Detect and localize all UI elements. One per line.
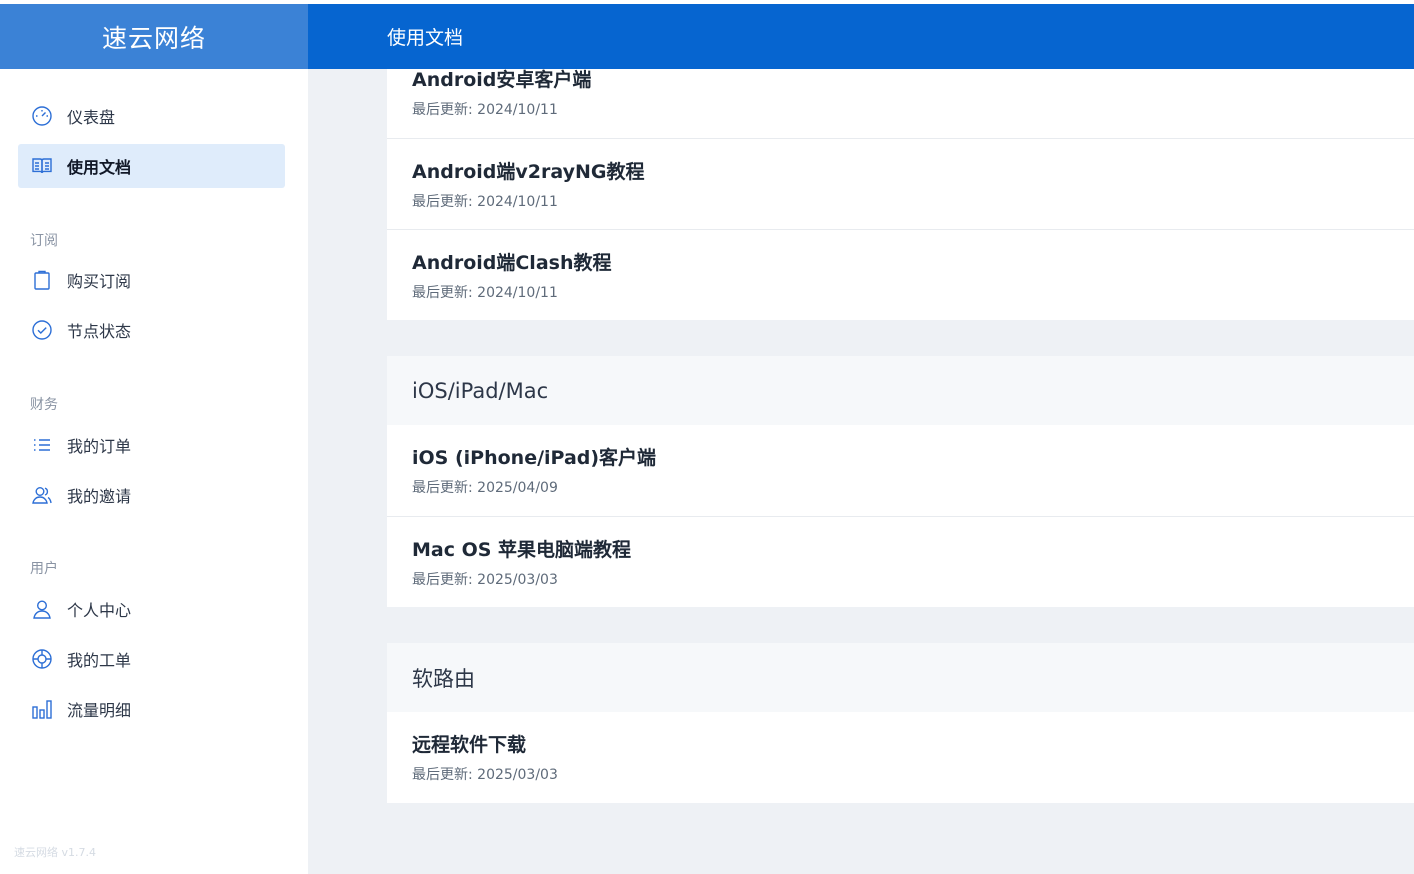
lifebuoy-icon xyxy=(30,647,54,671)
doc-item[interactable]: Android安卓客户端 最后更新: 2024/10/11 xyxy=(387,69,1414,138)
top-header: 使用文档 xyxy=(308,4,1414,69)
doc-title: 远程软件下载 xyxy=(412,734,527,756)
bar-chart-icon xyxy=(30,697,54,721)
sidebar-item-tickets[interactable]: 我的工单 xyxy=(18,637,285,681)
main-content: Android安卓客户端 最后更新: 2024/10/11 Android端v2… xyxy=(308,69,1414,874)
section-title: 软路由 xyxy=(387,643,1414,712)
sidebar-item-label: 个人中心 xyxy=(67,601,132,620)
sidebar-item-profile[interactable]: 个人中心 xyxy=(18,587,285,631)
section-title: iOS/iPad/Mac xyxy=(387,356,1414,425)
version-text: 速云网络 v1.7.4 xyxy=(14,846,96,859)
sidebar-item-dashboard[interactable]: 仪表盘 xyxy=(18,94,285,138)
doc-item[interactable]: Android端v2rayNG教程 最后更新: 2024/10/11 xyxy=(387,138,1414,229)
docs-card-router: 软路由 远程软件下载 最后更新: 2025/03/03 xyxy=(387,643,1414,803)
sidebar-item-label: 使用文档 xyxy=(67,158,132,177)
doc-updated: 最后更新: 2024/10/11 xyxy=(412,102,558,118)
check-circle-icon xyxy=(30,318,54,342)
brand-name: 速云网络 xyxy=(101,23,206,53)
docs-card-android: Android安卓客户端 最后更新: 2024/10/11 Android端v2… xyxy=(387,69,1414,320)
doc-updated: 最后更新: 2025/03/03 xyxy=(412,767,558,783)
doc-updated: 最后更新: 2025/03/03 xyxy=(412,572,558,588)
doc-item[interactable]: Android端Clash教程 最后更新: 2024/10/11 xyxy=(387,229,1414,320)
doc-updated: 最后更新: 2024/10/11 xyxy=(412,194,558,210)
sidebar-item-node-status[interactable]: 节点状态 xyxy=(18,308,285,352)
sidebar-item-my-invites[interactable]: 我的邀请 xyxy=(18,473,285,517)
users-icon xyxy=(30,483,54,507)
sidebar-item-label: 我的订单 xyxy=(67,437,132,456)
doc-item[interactable]: iOS (iPhone/iPad)客户端 最后更新: 2025/04/09 xyxy=(387,425,1414,516)
sidebar-item-buy-subscription[interactable]: 购买订阅 xyxy=(18,258,285,302)
sidebar-item-label: 购买订阅 xyxy=(67,272,132,291)
sidebar-item-label: 节点状态 xyxy=(67,322,132,341)
sidebar-item-label: 我的工单 xyxy=(67,651,132,670)
sidebar-item-label: 仪表盘 xyxy=(67,108,116,127)
sidebar: 速云网络 仪表盘 使用文档 订阅 购买订阅 节点状态 财务 我的订单 我的邀请 … xyxy=(0,4,308,874)
dashboard-icon xyxy=(30,104,54,128)
page-title: 使用文档 xyxy=(387,27,464,49)
group-title-subscription: 订阅 xyxy=(30,233,58,249)
doc-item[interactable]: Mac OS 苹果电脑端教程 最后更新: 2025/03/03 xyxy=(387,516,1414,607)
clipboard-icon xyxy=(30,268,54,292)
user-icon xyxy=(30,597,54,621)
doc-title: Mac OS 苹果电脑端教程 xyxy=(412,539,632,561)
group-title-finance: 财务 xyxy=(30,397,58,413)
sidebar-item-traffic[interactable]: 流量明细 xyxy=(18,687,285,731)
group-title-user: 用户 xyxy=(30,561,58,577)
doc-title: Android安卓客户端 xyxy=(412,69,592,91)
doc-updated: 最后更新: 2024/10/11 xyxy=(412,285,558,301)
brand-bar[interactable]: 速云网络 xyxy=(0,4,308,69)
sidebar-item-my-orders[interactable]: 我的订单 xyxy=(18,423,285,467)
docs-card-ios: iOS/iPad/Mac iOS (iPhone/iPad)客户端 最后更新: … xyxy=(387,356,1414,607)
doc-updated: 最后更新: 2025/04/09 xyxy=(412,480,558,496)
doc-item[interactable]: 远程软件下载 最后更新: 2025/03/03 xyxy=(387,712,1414,803)
sidebar-item-docs[interactable]: 使用文档 xyxy=(18,144,285,188)
doc-title: iOS (iPhone/iPad)客户端 xyxy=(412,447,657,469)
doc-title: Android端v2rayNG教程 xyxy=(412,161,645,183)
sidebar-item-label: 流量明细 xyxy=(67,701,132,720)
sidebar-item-label: 我的邀请 xyxy=(67,487,132,506)
book-icon xyxy=(30,154,54,178)
list-icon xyxy=(30,433,54,457)
doc-title: Android端Clash教程 xyxy=(412,252,612,274)
